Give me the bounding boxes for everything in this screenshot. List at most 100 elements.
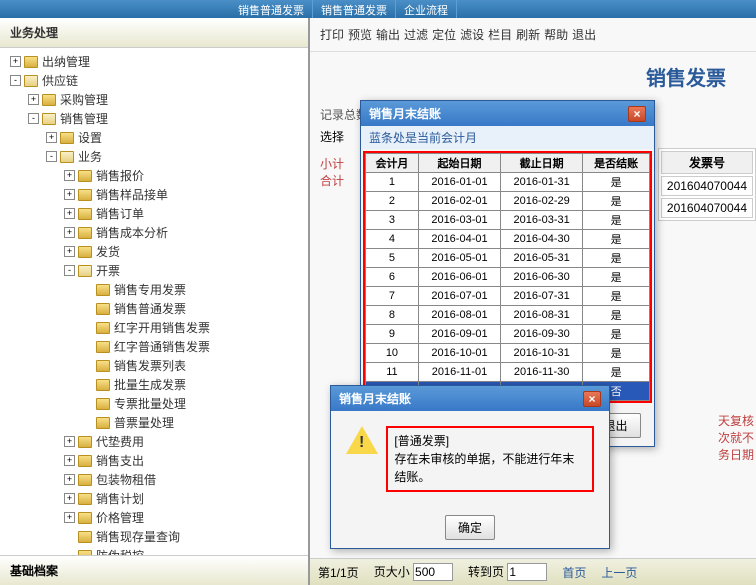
goto-page-input[interactable] [507,563,547,581]
tree-node[interactable]: +出纳管理 [0,52,308,71]
tree-node[interactable]: +销售订单 [0,204,308,223]
tree-toggle-icon[interactable]: + [64,512,75,523]
tree-toggle-icon[interactable]: + [28,94,39,105]
first-page-link[interactable]: 首页 [562,564,586,581]
tree-node[interactable]: 专票批量处理 [0,394,308,413]
tab-item[interactable]: 企业流程 [396,0,457,18]
folder-icon [78,455,92,467]
toolbar-button[interactable]: 滤设 [460,26,484,43]
tab-item[interactable]: 销售普通发票 [313,0,396,18]
tree-label: 供应链 [42,72,78,89]
tree-toggle-icon[interactable]: + [10,56,21,67]
toolbar-button[interactable]: 过滤 [404,26,428,43]
table-row[interactable]: 62016-06-012016-06-30是 [366,268,650,287]
tree-label: 发货 [96,243,120,260]
folder-icon [78,474,92,486]
tree-toggle-icon[interactable]: + [64,208,75,219]
tree-node[interactable]: 普票量处理 [0,413,308,432]
folder-icon [96,284,110,296]
tree-toggle-icon[interactable]: + [64,455,75,466]
invoice-cell[interactable]: 201604070044 [661,176,753,196]
tree-toggle-icon[interactable]: + [64,436,75,447]
folder-icon [96,360,110,372]
folder-icon [42,113,56,125]
tree-toggle-icon[interactable]: + [64,170,75,181]
tree-node[interactable]: +包装物租借 [0,470,308,489]
table-row[interactable]: 32016-03-012016-03-31是 [366,211,650,230]
table-row[interactable]: 82016-08-012016-08-31是 [366,306,650,325]
tree-node[interactable]: 批量生成发票 [0,375,308,394]
toolbar-button[interactable]: 预览 [348,26,372,43]
tree-toggle-icon[interactable]: - [28,113,39,124]
tree-toggle-icon[interactable]: - [46,151,57,162]
tree-node[interactable]: +销售计划 [0,489,308,508]
period-table[interactable]: 会计月起始日期截止日期是否结账12016-01-012016-01-31是220… [365,153,650,401]
close-icon[interactable]: × [628,106,646,122]
table-row[interactable]: 22016-02-012016-02-29是 [366,192,650,211]
tree-toggle-icon[interactable]: + [64,227,75,238]
toolbar-button[interactable]: 刷新 [516,26,540,43]
tab-item[interactable]: 销售普通发票 [230,0,313,18]
tree-node[interactable]: +代垫费用 [0,432,308,451]
table-row[interactable]: 112016-11-012016-11-30是 [366,363,650,382]
tree-toggle-icon[interactable]: + [64,189,75,200]
tree-node[interactable]: -开票 [0,261,308,280]
toolbar-button[interactable]: 退出 [572,26,596,43]
tree-toggle-icon[interactable]: - [64,265,75,276]
table-row[interactable]: 102016-10-012016-10-31是 [366,344,650,363]
folder-icon [78,246,92,258]
tree-toggle-icon[interactable]: + [64,474,75,485]
tree-toggle-icon[interactable]: + [64,246,75,257]
tree-label: 销售现存量查询 [96,528,180,545]
table-row[interactable]: 42016-04-012016-04-30是 [366,230,650,249]
folder-icon [42,94,56,106]
tree-node[interactable]: +销售样品接单 [0,185,308,204]
tree-node[interactable]: 红字开用销售发票 [0,318,308,337]
tree-node[interactable]: +销售报价 [0,166,308,185]
invoice-cell[interactable]: 201604070044 [661,198,753,218]
tree-label: 销售管理 [60,110,108,127]
tree-label: 防伪税控 [96,547,144,555]
tree-node[interactable]: 销售普通发票 [0,299,308,318]
tree-toggle-icon[interactable]: - [10,75,21,86]
tree-node[interactable]: +价格管理 [0,508,308,527]
dialog-hint: 蓝条处是当前会计月 [361,126,654,149]
table-row[interactable]: 52016-05-012016-05-31是 [366,249,650,268]
tree-node[interactable]: +销售支出 [0,451,308,470]
tree-node[interactable]: +销售成本分析 [0,223,308,242]
page-size-input[interactable] [413,563,453,581]
tree-node[interactable]: +采购管理 [0,90,308,109]
toolbar-button[interactable]: 帮助 [544,26,568,43]
table-row[interactable]: 92016-09-012016-09-30是 [366,325,650,344]
tree-node[interactable]: + 发货 [0,242,308,261]
table-header: 起始日期 [418,154,500,173]
tree-toggle-icon[interactable]: + [46,132,57,143]
toolbar-button[interactable]: 定位 [432,26,456,43]
close-icon[interactable]: × [583,391,601,407]
tree-node[interactable]: 销售发票列表 [0,356,308,375]
toolbar-button[interactable]: 输出 [376,26,400,43]
tree-node[interactable]: - 销售管理 [0,109,308,128]
folder-icon [96,417,110,429]
table-header: 会计月 [366,154,419,173]
tree-node[interactable]: +设置 [0,128,308,147]
tree-node[interactable]: - 供应链 [0,71,308,90]
tree-toggle-icon[interactable]: + [64,493,75,504]
toolbar-button[interactable]: 栏目 [488,26,512,43]
ok-button[interactable]: 确定 [445,515,495,540]
sidebar-footer[interactable]: 基础档案 [0,555,308,585]
tree-node[interactable]: 销售专用发票 [0,280,308,299]
tree-node[interactable]: 销售现存量查询 [0,527,308,546]
tree-node[interactable]: -业务 [0,147,308,166]
folder-icon [60,151,74,163]
table-row[interactable]: 12016-01-012016-01-31是 [366,173,650,192]
tree-node[interactable]: 防伪税控 [0,546,308,555]
tree-node[interactable]: 红字普通销售发票 [0,337,308,356]
table-row[interactable]: 72016-07-012016-07-31是 [366,287,650,306]
tree[interactable]: +出纳管理-供应链+采购管理-销售管理+设置-业务+销售报价+销售样品接单+销售… [0,48,308,555]
toolbar-button[interactable]: 打印 [320,26,344,43]
table-header: 截止日期 [501,154,583,173]
folder-icon [96,341,110,353]
prev-page-link[interactable]: 上一页 [601,564,637,581]
tree-label: 普票量处理 [114,414,174,431]
